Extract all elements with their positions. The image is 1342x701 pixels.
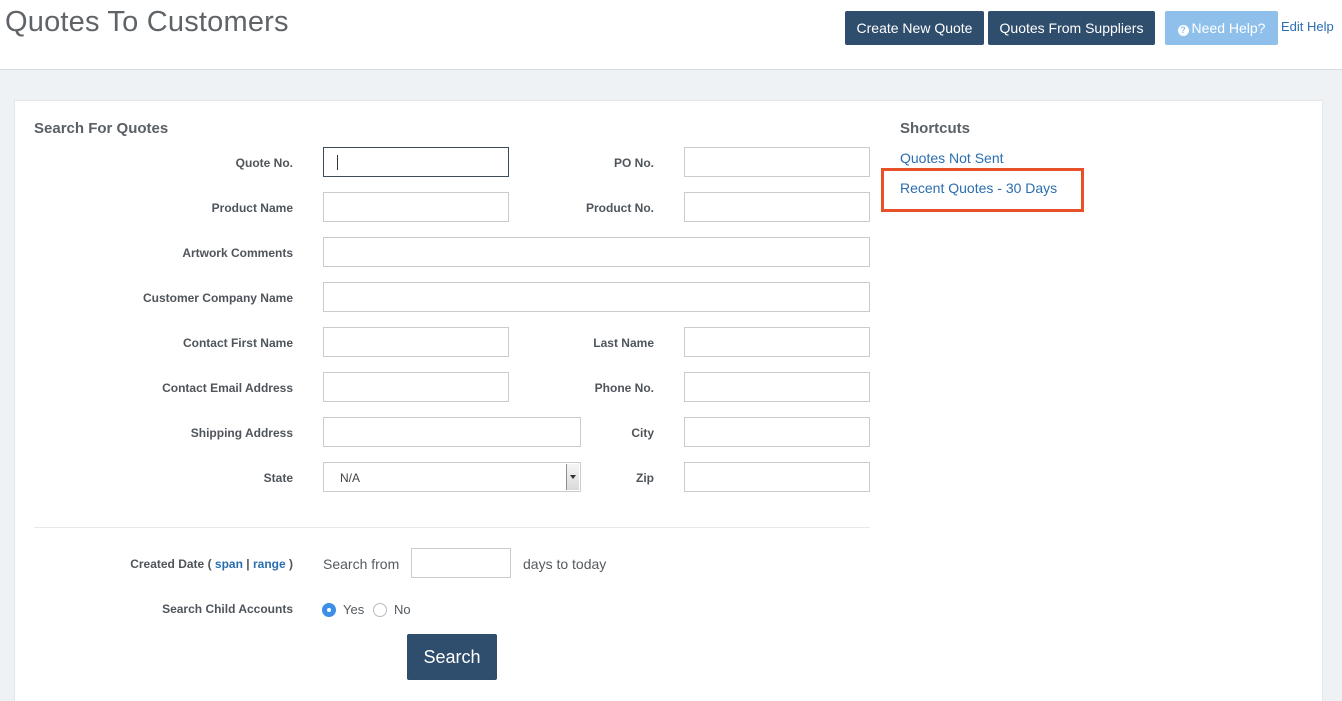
shortcut-quotes-not-sent[interactable]: Quotes Not Sent: [900, 150, 1004, 166]
customer-company-name-label: Customer Company Name: [142, 291, 293, 305]
question-circle-icon: ?: [1177, 25, 1189, 36]
child-accounts-yes-label[interactable]: Yes: [343, 602, 364, 617]
search-from-text: Search from: [323, 556, 400, 572]
child-accounts-yes-radio[interactable]: [322, 603, 336, 617]
highlight-box: [881, 168, 1084, 212]
shipping-address-label: Shipping Address: [190, 426, 293, 440]
product-no-input[interactable]: [684, 192, 870, 222]
text-caret: [337, 155, 338, 170]
quotes-from-suppliers-button[interactable]: Quotes From Suppliers: [988, 11, 1155, 45]
shortcuts-title: Shortcuts: [900, 120, 971, 137]
form-divider: [34, 527, 870, 528]
need-help-button[interactable]: ? Need Help?: [1165, 11, 1278, 45]
created-date-suffix: ): [289, 557, 293, 571]
last-name-input[interactable]: [684, 327, 870, 357]
zip-label: Zip: [636, 471, 654, 485]
top-bar: Quotes To Customers Create New Quote Quo…: [0, 0, 1342, 70]
state-select-value: N/A: [340, 471, 361, 485]
phone-no-input[interactable]: [684, 372, 870, 402]
contact-first-name-label: Contact First Name: [182, 336, 293, 350]
edit-help-link[interactable]: Edit Help: [1281, 19, 1334, 34]
artwork-comments-input[interactable]: [323, 237, 870, 267]
quote-no-label: Quote No.: [235, 156, 293, 170]
created-date-prefix: Created Date (: [130, 557, 212, 571]
search-button[interactable]: Search: [407, 634, 497, 680]
span-link[interactable]: span: [215, 557, 243, 571]
phone-no-label: Phone No.: [594, 381, 654, 395]
child-accounts-no-label[interactable]: No: [394, 602, 411, 617]
product-name-input[interactable]: [323, 192, 509, 222]
range-link[interactable]: range: [253, 557, 286, 571]
days-to-today-text: days to today: [523, 556, 607, 572]
city-input[interactable]: [684, 417, 870, 447]
child-accounts-no-radio[interactable]: [373, 603, 387, 617]
artwork-comments-label: Artwork Comments: [182, 246, 293, 260]
po-no-label: PO No.: [613, 156, 654, 170]
po-no-input[interactable]: [684, 147, 870, 177]
search-child-accounts-label: Search Child Accounts: [162, 602, 293, 616]
need-help-label: Need Help?: [1191, 20, 1266, 36]
created-date-separator: |: [246, 557, 250, 571]
quote-no-input[interactable]: [323, 147, 509, 177]
page-title: Quotes To Customers: [5, 6, 289, 38]
city-label: City: [631, 426, 654, 440]
days-input[interactable]: [411, 548, 511, 578]
product-no-label: Product No.: [586, 201, 654, 215]
last-name-label: Last Name: [593, 336, 654, 350]
state-label: State: [263, 471, 293, 485]
product-name-label: Product Name: [211, 201, 293, 215]
contact-first-name-input[interactable]: [323, 327, 509, 357]
search-section-title: Search For Quotes: [34, 120, 169, 137]
customer-company-name-input[interactable]: [323, 282, 870, 312]
zip-input[interactable]: [684, 462, 870, 492]
contact-email-label: Contact Email Address: [162, 381, 293, 395]
created-date-label: Created Date ( span | range ): [60, 557, 293, 571]
create-new-quote-button[interactable]: Create New Quote: [845, 11, 984, 45]
contact-email-input[interactable]: [323, 372, 509, 402]
